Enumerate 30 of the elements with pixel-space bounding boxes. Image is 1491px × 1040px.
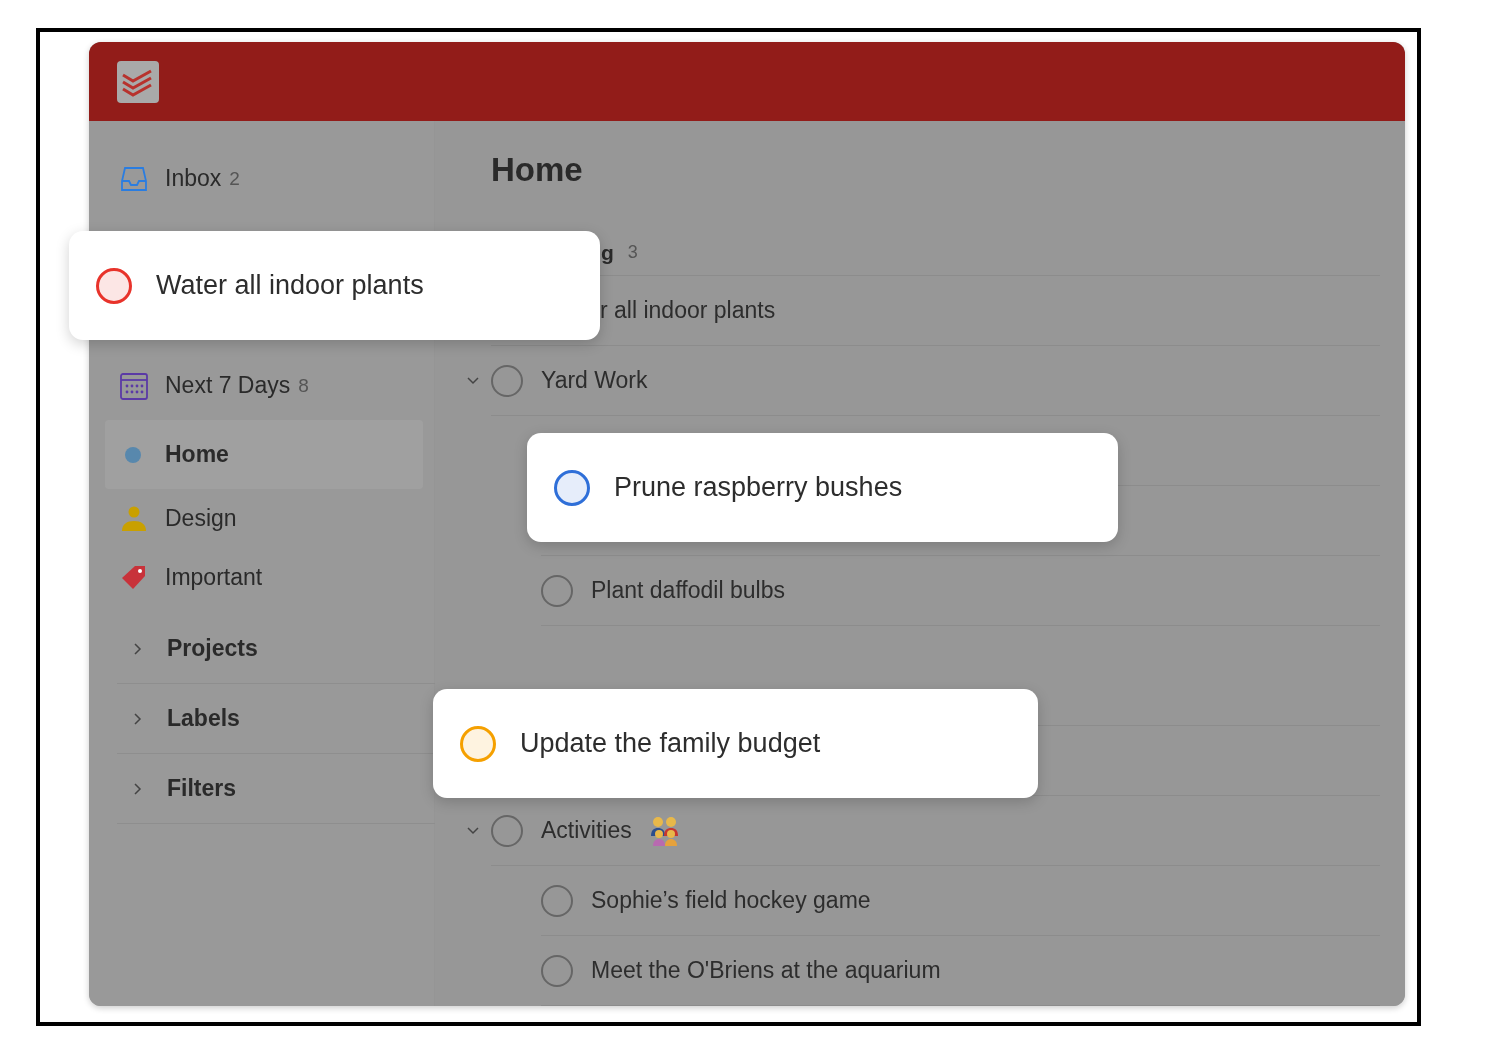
calendar-icon xyxy=(119,370,149,401)
task-title: Yard Work xyxy=(541,367,648,394)
task-checkbox[interactable] xyxy=(541,884,573,917)
task-title: r all indoor plants xyxy=(599,297,776,324)
sidebar-item[interactable]: Home xyxy=(105,420,423,489)
task-title: Update the family budget xyxy=(520,728,821,759)
task-title: Meet the O'Briens at the aquarium xyxy=(591,957,941,984)
page-title: Home xyxy=(491,151,584,190)
logo-icon[interactable] xyxy=(117,60,159,103)
item-count: 2 xyxy=(229,167,240,190)
item-count: 8 xyxy=(298,374,309,397)
task-checkbox[interactable] xyxy=(554,469,590,506)
sidebar-item[interactable]: Important xyxy=(105,548,423,607)
task-title: Plant daffodil bulbs xyxy=(591,577,785,604)
task-title: Activities xyxy=(541,817,632,844)
task-title: Sophie’s field hockey game xyxy=(591,887,871,914)
task-checkbox[interactable] xyxy=(541,574,573,607)
family-icon xyxy=(649,815,680,846)
task-checkbox[interactable] xyxy=(96,267,132,304)
section-count: 3 xyxy=(627,242,638,263)
task-checkbox[interactable] xyxy=(491,814,523,847)
task-title: Water all indoor plants xyxy=(156,270,424,301)
task-checkbox[interactable] xyxy=(541,954,573,987)
sidebar-item[interactable]: Inbox 2 xyxy=(105,144,423,213)
section-title: g xyxy=(601,240,614,265)
task-title: Prune raspberry bushes xyxy=(614,472,903,503)
sidebar-item[interactable]: Design xyxy=(105,489,423,548)
task-checkbox[interactable] xyxy=(491,364,523,397)
task-checkbox[interactable] xyxy=(460,725,496,762)
sidebar-item[interactable]: Next 7 Days 8 xyxy=(105,351,423,420)
